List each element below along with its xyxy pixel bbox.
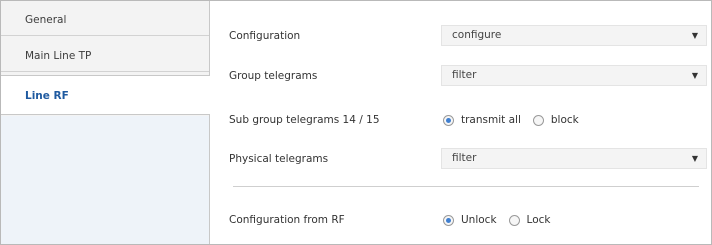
dropdown-value: configure xyxy=(452,29,502,41)
chevron-down-icon: ▼ xyxy=(691,154,698,163)
chevron-down-icon: ▼ xyxy=(691,71,698,80)
tab-label: Main Line TP xyxy=(25,50,92,62)
configuration-from-rf-radio-group: Unlock Lock xyxy=(443,212,563,228)
tab-label: Line RF xyxy=(25,90,69,102)
dropdown-value: filter xyxy=(452,152,477,164)
section-divider xyxy=(233,186,699,187)
radio-transmit-all[interactable]: transmit all xyxy=(443,114,521,126)
radio-unselected-icon xyxy=(532,114,544,126)
group-telegrams-dropdown[interactable]: filter ▼ xyxy=(441,65,707,86)
sidebar-empty-area xyxy=(1,116,209,244)
radio-lock[interactable]: Lock xyxy=(508,214,551,226)
sub-group-telegrams-label: Sub group telegrams 14 / 15 xyxy=(229,114,380,126)
parameters-window: General Main Line TP Line RF Configurati… xyxy=(0,0,712,245)
configuration-from-rf-label: Configuration from RF xyxy=(229,214,345,226)
dropdown-value: filter xyxy=(452,69,477,81)
configuration-dropdown[interactable]: configure ▼ xyxy=(441,25,707,46)
radio-label: Lock xyxy=(526,214,551,226)
physical-telegrams-dropdown[interactable]: filter ▼ xyxy=(441,148,707,169)
tab-main-line-tp[interactable]: Main Line TP xyxy=(1,41,209,72)
physical-telegrams-label: Physical telegrams xyxy=(229,153,329,165)
tab-line-rf[interactable]: Line RF xyxy=(1,75,210,115)
configuration-label: Configuration xyxy=(229,30,301,42)
radio-label: Unlock xyxy=(461,214,497,226)
radio-label: transmit all xyxy=(461,114,521,126)
sidebar: General Main Line TP Line RF xyxy=(1,1,210,244)
radio-selected-icon xyxy=(443,114,454,126)
radio-unlock[interactable]: Unlock xyxy=(443,214,497,226)
radio-unselected-icon xyxy=(508,214,520,226)
radio-selected-icon xyxy=(443,214,454,226)
chevron-down-icon: ▼ xyxy=(691,31,698,40)
group-telegrams-label: Group telegrams xyxy=(229,70,318,82)
radio-block[interactable]: block xyxy=(532,114,579,126)
tab-general[interactable]: General xyxy=(1,5,209,36)
radio-label: block xyxy=(550,114,579,126)
tab-label: General xyxy=(25,14,67,26)
sub-group-telegrams-radio-group: transmit all block xyxy=(443,112,591,128)
